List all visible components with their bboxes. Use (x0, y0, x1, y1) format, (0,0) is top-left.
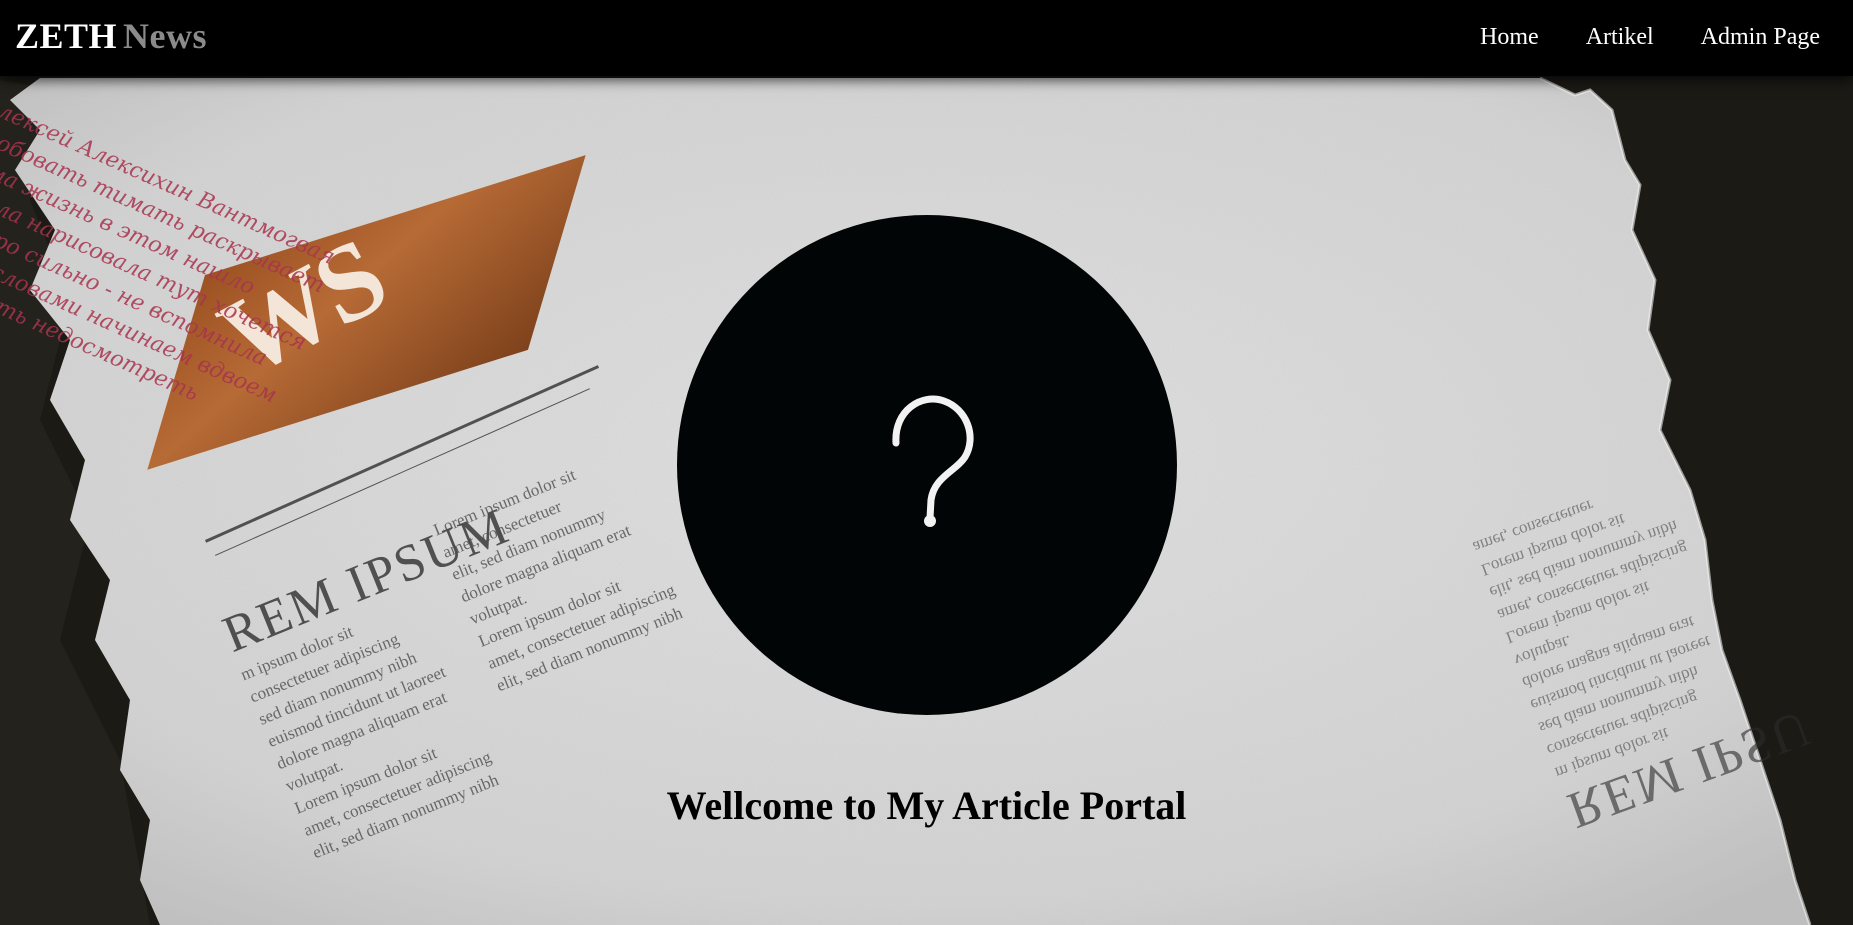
nav-artikel-link[interactable]: Artikel (1586, 20, 1654, 54)
welcome-heading: Wellcome to My Article Portal (666, 783, 1187, 828)
nav-menu: Home Artikel Admin Page (1480, 20, 1820, 54)
page: WS REM IPSUM m ipsum dolor sit consectet… (0, 0, 1853, 925)
brand-logo[interactable]: ZETH News (15, 12, 207, 60)
brand-primary: ZETH (15, 16, 118, 56)
nav-admin-page-link[interactable]: Admin Page (1701, 20, 1820, 54)
question-mark-icon (892, 395, 974, 527)
nav-home-link[interactable]: Home (1480, 20, 1539, 54)
navbar: ZETH News Home Artikel Admin Page (0, 0, 1853, 76)
hero-circle (677, 215, 1177, 715)
brand-secondary: News (123, 16, 208, 56)
